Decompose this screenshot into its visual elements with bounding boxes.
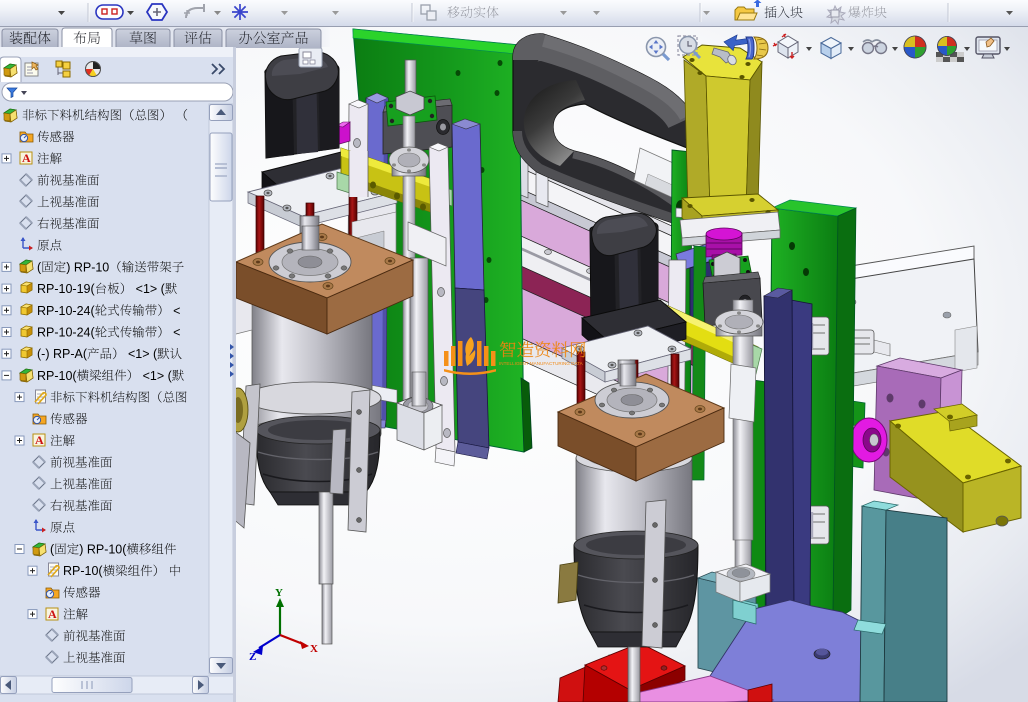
svg-text:<1> (: <1> ( [139, 369, 172, 383]
svg-text:INTELLIGENT MANUFACTURING DATA: INTELLIGENT MANUFACTURING DATA [499, 361, 584, 366]
svg-text:(-) RP-A(: (-) RP-A( [37, 347, 88, 361]
svg-text:<1> (: <1> ( [132, 282, 165, 296]
svg-text:X: X [310, 643, 318, 655]
svg-text:A: A [35, 433, 44, 447]
svg-text:RP-10-24(: RP-10-24( [37, 304, 95, 318]
svg-text:Y: Y [275, 587, 283, 599]
svg-text:<1> (: <1> ( [125, 347, 158, 361]
svg-text:A: A [22, 151, 31, 165]
svg-text:RP-10-24(: RP-10-24( [37, 326, 95, 340]
svg-text:RP-10(: RP-10( [37, 369, 77, 383]
svg-text:A: A [48, 607, 57, 621]
svg-text:) RP-10(: ) RP-10( [79, 543, 127, 557]
svg-text:RP-10(: RP-10( [63, 564, 103, 578]
svg-text:<: < [170, 326, 181, 340]
svg-text:) RP-10: ) RP-10 [66, 260, 109, 274]
svg-text:Z: Z [249, 651, 256, 663]
svg-text:<: < [170, 304, 181, 318]
svg-text:RP-10-19(: RP-10-19( [37, 282, 95, 296]
